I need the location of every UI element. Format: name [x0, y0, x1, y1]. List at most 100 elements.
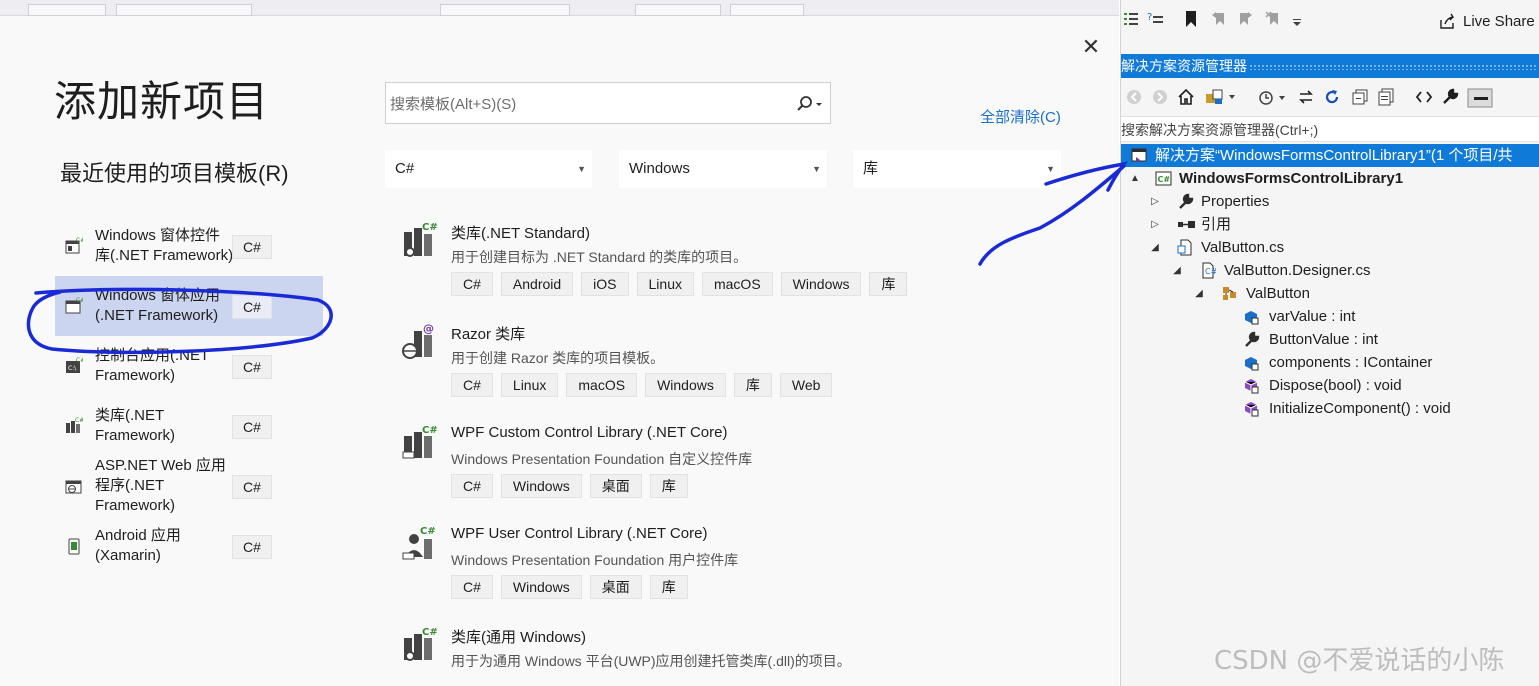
- forward-icon[interactable]: [1151, 88, 1169, 106]
- pending-changes-icon[interactable]: [1257, 88, 1285, 106]
- solution-icon: [1131, 147, 1148, 164]
- search-icon[interactable]: [796, 95, 822, 113]
- tree-item-member[interactable]: Dispose(bool) : void: [1121, 374, 1539, 397]
- chevron-down-icon: ▼: [1046, 164, 1055, 174]
- tree-item-references[interactable]: ▷ 引用: [1121, 213, 1539, 236]
- template-tags: C# Windows 桌面 库: [451, 575, 688, 599]
- dialog-title: 添加新项目: [54, 78, 270, 125]
- template-search-box[interactable]: [385, 82, 831, 124]
- tree-item-properties[interactable]: ▷ Properties: [1121, 190, 1539, 213]
- collapse-arrow-icon[interactable]: ◢: [1149, 236, 1161, 259]
- tree-item-valbutton-designer[interactable]: ◢ C# ValButton.Designer.cs: [1121, 259, 1539, 282]
- control-library-icon: C#: [65, 237, 85, 255]
- template-search-input[interactable]: [390, 93, 790, 115]
- language-tag: C#: [232, 295, 272, 319]
- toolbar-combo[interactable]: [28, 4, 106, 16]
- list-icon[interactable]: [1123, 10, 1141, 28]
- wpf-user-control-library-icon: C#: [400, 525, 440, 565]
- recent-item-web-app[interactable]: ASP.NET Web 应用程序(.NET Framework) C#: [55, 456, 323, 516]
- wpf-control-library-icon: C#: [400, 424, 440, 464]
- language-tag: C#: [232, 235, 272, 259]
- svg-text:C#: C#: [420, 526, 436, 537]
- properties-wrench-icon[interactable]: [1441, 88, 1459, 106]
- recent-item-android-app[interactable]: Android 应用(Xamarin) C#: [55, 516, 323, 576]
- language-tag: C#: [232, 535, 272, 559]
- recent-item-control-library[interactable]: C# Windows 窗体控件库(.NET Framework) C#: [55, 216, 323, 276]
- solution-explorer-titlebar[interactable]: 解决方案资源管理器: [1121, 54, 1539, 78]
- tree-item-valbutton-class[interactable]: ◢ ValButton: [1121, 282, 1539, 305]
- template-tag: 库: [649, 575, 688, 599]
- switch-views-icon[interactable]: [1205, 88, 1235, 106]
- template-name: WPF Custom Control Library (.NET Core): [451, 424, 728, 441]
- template-tags: C# Linux macOS Windows 库 Web: [451, 373, 833, 397]
- tree-item-member[interactable]: varValue : int: [1121, 305, 1539, 328]
- bookmark-prev-icon[interactable]: [1211, 10, 1229, 28]
- template-tag: iOS: [581, 272, 629, 296]
- tree-item-member[interactable]: InitializeComponent() : void: [1121, 397, 1539, 420]
- expand-arrow-icon[interactable]: ▷: [1149, 213, 1161, 236]
- designer-file-icon: C#: [1199, 262, 1218, 279]
- ide-toolbar: ? Live Share: [1121, 0, 1539, 44]
- toolbar-combo[interactable]: [116, 4, 252, 16]
- project-type-filter-dropdown[interactable]: 库 ▼: [853, 150, 1061, 188]
- clear-bookmarks-icon[interactable]: [1265, 10, 1283, 28]
- cs-file-icon: [1177, 239, 1194, 256]
- back-icon[interactable]: [1125, 88, 1143, 106]
- uwp-class-library-icon: C#: [400, 626, 440, 666]
- solution-search-input[interactable]: [1121, 120, 1521, 140]
- bookmark-icon[interactable]: [1183, 10, 1201, 28]
- template-name: WPF User Control Library (.NET Core): [451, 525, 708, 542]
- svg-text:?: ?: [1147, 12, 1152, 23]
- refresh-icon[interactable]: [1323, 88, 1341, 106]
- collapse-arrow-icon[interactable]: ◢: [1171, 259, 1183, 282]
- tree-item-label: WindowsFormsControlLibrary1: [1179, 170, 1404, 187]
- recent-templates-list: C# Windows 窗体控件库(.NET Framework) C# C# W…: [55, 216, 323, 576]
- home-icon[interactable]: [1177, 88, 1195, 106]
- tree-item-label: components : IContainer: [1269, 354, 1433, 371]
- show-all-files-icon[interactable]: [1377, 88, 1395, 106]
- template-tag: Windows: [500, 575, 582, 599]
- template-description: 用于为通用 Windows 平台(UWP)应用创建托管类库(.dll)的项目。: [451, 653, 851, 669]
- close-button[interactable]: ✕: [1080, 37, 1102, 60]
- template-name: 类库(通用 Windows): [451, 629, 587, 646]
- collapse-arrow-icon[interactable]: ▲: [1129, 167, 1141, 190]
- template-item[interactable]: C# 类库(.NET Standard) 用于创建目标为 .NET Standa…: [400, 222, 1040, 312]
- language-filter-dropdown[interactable]: C# ▼: [385, 150, 592, 188]
- solution-explorer-panel: ? Live Share 解决方案资源管理器 搜索解决方案资源管理器(Ctrl+…: [1120, 0, 1539, 686]
- tree-item-label: InitializeComponent() : void: [1269, 400, 1451, 417]
- template-item[interactable]: @ Razor 类库 用于创建 Razor 类库的项目模板。 C# Linux …: [400, 322, 1040, 413]
- tree-item-member[interactable]: components : IContainer: [1121, 351, 1539, 374]
- toolbar-combo[interactable]: [635, 4, 721, 16]
- tree-item-project[interactable]: ▲ C# WindowsFormsControlLibrary1: [1121, 167, 1539, 190]
- template-item[interactable]: C# WPF User Control Library (.NET Core) …: [400, 525, 1040, 615]
- view-code-icon[interactable]: [1415, 88, 1433, 106]
- toolbar-combo[interactable]: [730, 4, 804, 16]
- template-item[interactable]: C# WPF Custom Control Library (.NET Core…: [400, 424, 1040, 514]
- template-tag: 库: [733, 373, 772, 397]
- preview-selected-icon[interactable]: [1467, 88, 1493, 108]
- solution-search-box[interactable]: [1121, 116, 1539, 142]
- tree-item-valbutton-cs[interactable]: ◢ ValButton.cs: [1121, 236, 1539, 259]
- recent-item-winforms-app[interactable]: C# Windows 窗体应用(.NET Framework) C#: [55, 276, 323, 336]
- platform-filter-dropdown[interactable]: Windows ▼: [619, 150, 827, 188]
- overflow-icon[interactable]: [1291, 10, 1309, 28]
- bookmark-next-icon[interactable]: [1237, 10, 1255, 28]
- comment-icon[interactable]: ?: [1147, 10, 1165, 28]
- tree-item-member[interactable]: ButtonValue : int: [1121, 328, 1539, 351]
- expand-arrow-icon[interactable]: ▷: [1149, 190, 1161, 213]
- tree-item-solution[interactable]: 解决方案“WindowsFormsControlLibrary1”(1 个项目/…: [1121, 144, 1539, 167]
- collapse-arrow-icon[interactable]: ◢: [1193, 282, 1205, 305]
- references-icon: [1177, 216, 1195, 233]
- clear-all-link[interactable]: 全部清除(C): [980, 106, 1061, 127]
- recent-item-console-app[interactable]: C:\C# 控制台应用(.NET Framework) C#: [55, 336, 323, 396]
- toolbar-combo[interactable]: [440, 4, 570, 16]
- project-type-filter-value: 库: [863, 160, 879, 177]
- template-item[interactable]: C# 类库(通用 Windows) 用于为通用 Windows 平台(UWP)应…: [400, 626, 1040, 686]
- live-share-button[interactable]: Live Share: [1439, 12, 1535, 30]
- chevron-down-icon: ▼: [812, 164, 821, 174]
- collapse-all-icon[interactable]: [1351, 88, 1369, 106]
- tree-item-label: 解决方案“WindowsFormsControlLibrary1”(1 个项目/…: [1155, 147, 1513, 164]
- recent-item-class-library[interactable]: C# 类库(.NET Framework) C#: [55, 396, 323, 456]
- template-tag: 库: [869, 272, 908, 296]
- sync-icon[interactable]: [1297, 88, 1315, 106]
